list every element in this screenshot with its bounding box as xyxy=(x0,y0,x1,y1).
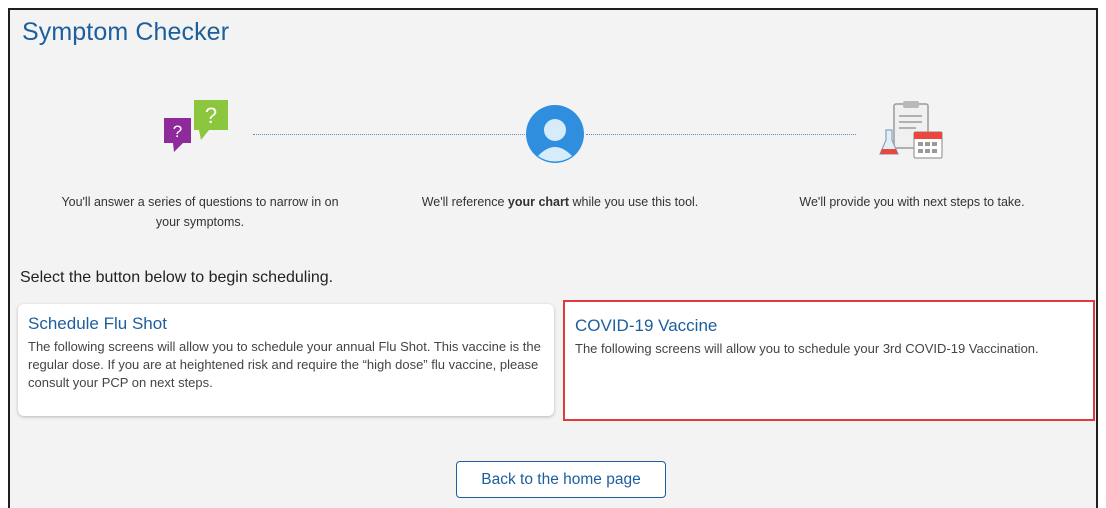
user-avatar-icon xyxy=(525,104,585,164)
step-connector-2 xyxy=(586,134,856,135)
card-title: COVID-19 Vaccine xyxy=(575,316,718,335)
card-title: Schedule Flu Shot xyxy=(28,314,167,333)
card-description: The following screens will allow you to … xyxy=(28,339,541,390)
scheduling-prompt: Select the button below to begin schedul… xyxy=(20,269,334,286)
step-connector-1 xyxy=(253,134,525,135)
page-title: Symptom Checker xyxy=(22,18,230,46)
svg-text:?: ? xyxy=(205,103,217,128)
process-steps: ? ? You'll answer a series of questions … xyxy=(10,94,1096,244)
step-3-text: We'll provide you with next steps to tak… xyxy=(799,195,1025,209)
back-to-home-button[interactable]: Back to the home page xyxy=(456,461,666,498)
schedule-flu-shot-card[interactable]: Schedule Flu Shot The following screens … xyxy=(18,304,554,416)
svg-text:?: ? xyxy=(173,122,182,141)
your-chart-emphasis: your chart xyxy=(507,195,570,209)
step-2-text: We'll reference your chart while you use… xyxy=(421,195,699,209)
clipboard-lab-calendar-icon xyxy=(876,100,948,162)
question-bubbles-icon: ? ? xyxy=(163,100,235,158)
symptom-checker-panel: Symptom Checker ? ? You'll answer a seri… xyxy=(8,8,1098,508)
step-1-text: You'll answer a series of questions to n… xyxy=(61,195,339,229)
covid-19-vaccine-card[interactable]: COVID-19 Vaccine The following screens w… xyxy=(563,300,1095,421)
card-description: The following screens will allow you to … xyxy=(575,341,1039,356)
